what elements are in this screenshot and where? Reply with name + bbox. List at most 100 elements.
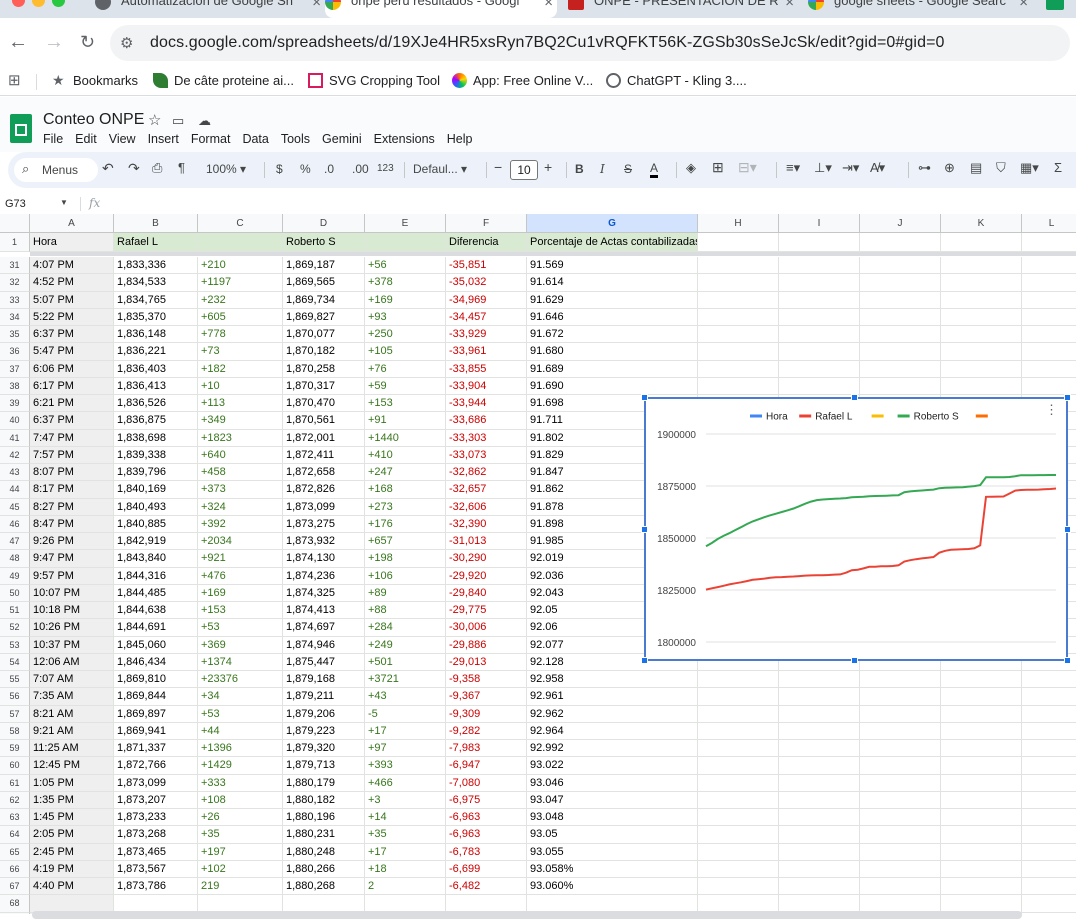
table-cell[interactable] (1022, 757, 1076, 775)
table-cell[interactable] (779, 705, 860, 723)
table-cell[interactable]: -33,904 (446, 377, 527, 395)
table-cell[interactable]: +1374 (198, 653, 283, 671)
table-cell[interactable]: 1,869,827 (283, 308, 365, 326)
frozen-row-divider[interactable] (30, 252, 1076, 256)
table-cell[interactable] (1022, 740, 1076, 758)
table-cell[interactable]: +284 (365, 619, 446, 637)
table-cell[interactable] (779, 860, 860, 878)
currency-format-button[interactable]: $ (276, 162, 283, 176)
table-cell[interactable]: 1,839,338 (114, 446, 198, 464)
table-cell[interactable]: -6,963 (446, 809, 527, 827)
menu-view[interactable]: View (109, 132, 136, 146)
table-cell[interactable] (698, 740, 779, 758)
table-cell[interactable]: 1,836,526 (114, 395, 198, 413)
table-cell[interactable]: 1,869,844 (114, 688, 198, 706)
table-cell[interactable]: +3721 (365, 671, 446, 689)
table-cell[interactable]: 1,872,411 (283, 446, 365, 464)
row-header[interactable]: 67 (0, 878, 30, 896)
bookmark-item[interactable]: ChatGPT - Kling 3.... (606, 73, 747, 88)
table-cell[interactable] (860, 809, 941, 827)
table-cell[interactable]: 9:21 AM (30, 722, 114, 740)
column-header-c[interactable]: C (198, 214, 283, 233)
insert-link-icon[interactable]: ⊶ (918, 160, 931, 176)
browser-tab[interactable]: ONPE - PRESENTACIÓN DE R × (568, 0, 798, 18)
row-header[interactable]: 65 (0, 843, 30, 861)
table-cell[interactable]: -9,282 (446, 722, 527, 740)
header-cell[interactable] (198, 233, 283, 252)
table-cell[interactable] (860, 326, 941, 344)
column-header-a[interactable]: A (30, 214, 114, 233)
table-cell[interactable]: -6,482 (446, 878, 527, 896)
table-cell[interactable]: +44 (198, 722, 283, 740)
table-cell[interactable]: 1,873,099 (114, 774, 198, 792)
strikethrough-icon[interactable]: S (624, 162, 632, 176)
table-cell[interactable]: -30,006 (446, 619, 527, 637)
table-cell[interactable]: +169 (365, 291, 446, 309)
table-cell[interactable] (941, 791, 1022, 809)
table-cell[interactable]: 93.055 (527, 843, 698, 861)
table-cell[interactable] (860, 757, 941, 775)
table-cell[interactable] (1022, 826, 1076, 844)
table-cell[interactable] (698, 895, 779, 913)
table-cell[interactable] (1022, 844, 1076, 861)
table-cell[interactable]: 1,836,221 (114, 343, 198, 361)
table-cell[interactable]: 91.680 (527, 343, 698, 361)
table-cell[interactable]: +168 (365, 481, 446, 499)
table-cell[interactable]: 1,840,493 (114, 498, 198, 516)
table-cell[interactable]: 1,844,691 (114, 619, 198, 637)
table-cell[interactable]: +778 (198, 326, 283, 344)
table-cell[interactable] (779, 757, 860, 775)
table-cell[interactable]: +378 (365, 274, 446, 292)
header-cell[interactable] (860, 233, 941, 252)
star-icon[interactable]: ☆ (148, 111, 161, 129)
table-cell[interactable] (860, 688, 941, 706)
table-cell[interactable]: +43 (365, 688, 446, 706)
table-cell[interactable]: -33,961 (446, 343, 527, 361)
table-cell[interactable]: -31,013 (446, 533, 527, 551)
table-cell[interactable]: 93.058% (527, 860, 698, 878)
table-cell[interactable]: 1,872,826 (283, 481, 365, 499)
table-cell[interactable]: 5:22 PM (30, 308, 114, 326)
close-tab-icon[interactable]: × (1019, 0, 1028, 11)
table-cell[interactable] (1022, 343, 1076, 361)
menu-file[interactable]: File (43, 132, 63, 146)
sheets-tab-icon[interactable] (1046, 0, 1064, 10)
table-cell[interactable]: 1,869,810 (114, 671, 198, 689)
table-cell[interactable]: +14 (365, 809, 446, 827)
back-icon[interactable]: ← (8, 32, 28, 52)
table-cell[interactable] (1022, 723, 1076, 740)
table-cell[interactable]: 6:17 PM (30, 377, 114, 395)
table-cell[interactable]: +176 (365, 515, 446, 533)
table-cell[interactable]: -29,840 (446, 584, 527, 602)
table-cell[interactable]: 1,880,231 (283, 826, 365, 844)
row-header[interactable]: 47 (0, 533, 30, 551)
table-cell[interactable]: +34 (198, 688, 283, 706)
table-cell[interactable] (779, 791, 860, 809)
resize-handle[interactable] (641, 394, 648, 401)
table-cell[interactable]: +97 (365, 740, 446, 758)
table-cell[interactable]: 4:40 PM (30, 878, 114, 896)
row-header[interactable]: 34 (0, 308, 30, 326)
table-cell[interactable]: +153 (198, 602, 283, 620)
italic-button[interactable]: I (600, 162, 605, 176)
table-cell[interactable]: 6:37 PM (30, 326, 114, 344)
forward-icon[interactable]: → (44, 32, 64, 52)
bold-button[interactable]: B (575, 162, 584, 176)
borders-icon[interactable]: ⊞ (712, 159, 724, 176)
table-cell[interactable]: +349 (198, 412, 283, 430)
table-cell[interactable] (779, 774, 860, 792)
row-header[interactable]: 51 (0, 602, 30, 620)
table-cell[interactable]: 1,873,567 (114, 860, 198, 878)
table-cell[interactable] (1022, 361, 1076, 378)
table-cell[interactable]: 1,869,941 (114, 722, 198, 740)
table-cell[interactable] (941, 688, 1022, 706)
table-cell[interactable]: +169 (198, 584, 283, 602)
row-header[interactable]: 50 (0, 584, 30, 602)
table-cell[interactable]: +91 (365, 412, 446, 430)
table-cell[interactable]: -7,080 (446, 774, 527, 792)
zoom-select[interactable]: 100% ▾ (206, 162, 246, 176)
table-cell[interactable]: 6:06 PM (30, 360, 114, 378)
table-cell[interactable] (1022, 688, 1076, 706)
table-cell[interactable]: 1,879,206 (283, 705, 365, 723)
row-header[interactable]: 54 (0, 653, 30, 671)
